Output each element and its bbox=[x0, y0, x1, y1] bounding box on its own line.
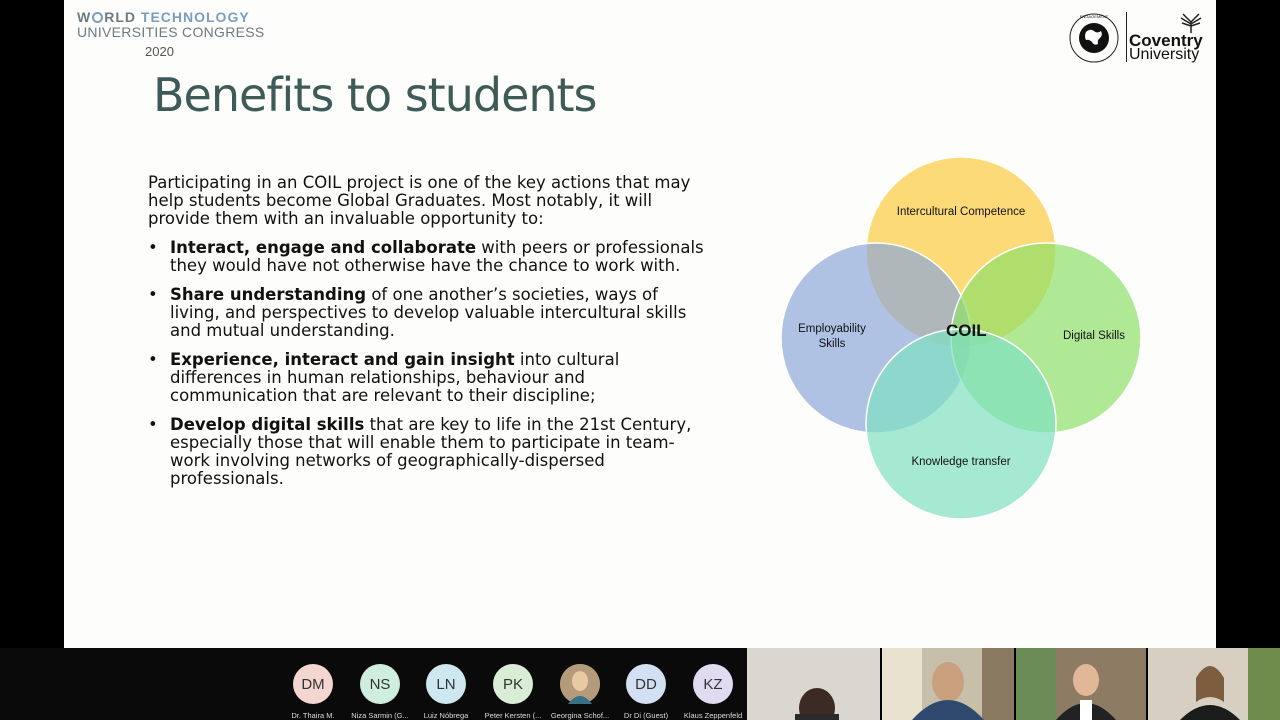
benefit-bold: Develop digital skills bbox=[170, 415, 365, 434]
letterbox-right bbox=[1216, 0, 1280, 648]
conference-logo-line2: UNIVERSITIES CONGRESS bbox=[77, 24, 265, 40]
participant-tile[interactable]: PK Peter Kersten (... bbox=[483, 664, 543, 720]
webcam-person-icon bbox=[747, 648, 880, 720]
coventry-university-logo: ENGAGEMENT Coventry University bbox=[1066, 10, 1206, 66]
venn-label-top: Intercultural Competence bbox=[896, 206, 1026, 218]
participant-name: Georgina Schof... bbox=[550, 711, 610, 720]
participant-tile[interactable]: Georgina Schof... bbox=[550, 664, 610, 720]
bullet-icon: • bbox=[148, 415, 158, 434]
video-feed-2[interactable] bbox=[882, 648, 1014, 720]
letterbox-left bbox=[0, 0, 64, 648]
meeting-participants-bar: DM Dr. Thaira M. NS Niza Sarmin (G... LN… bbox=[0, 648, 1280, 720]
bullet-icon: • bbox=[148, 285, 158, 304]
webcam-person-icon bbox=[1016, 648, 1146, 720]
participant-name: Dr Di (Guest) bbox=[623, 711, 669, 720]
benefit-item: • Develop digital skills that are key to … bbox=[148, 416, 708, 488]
slide-title: Benefits to students bbox=[153, 68, 598, 122]
slide-body: Participating in an COIL project is one … bbox=[148, 174, 708, 488]
venn-circle-bottom bbox=[865, 328, 1057, 520]
participant-avatar: DM bbox=[293, 664, 333, 704]
venn-label-left-line1: Employability bbox=[798, 323, 866, 335]
participant-avatar: NS bbox=[360, 664, 400, 704]
participant-name: Dr. Thaira M. bbox=[291, 711, 335, 720]
bullet-icon: • bbox=[148, 350, 158, 369]
participant-tile[interactable]: DD Dr Di (Guest) bbox=[616, 664, 676, 720]
participant-name: Luiz Nóbrega bbox=[423, 711, 469, 720]
conference-logo-line1: W RLD TECHNOLOGY bbox=[77, 9, 250, 25]
coil-venn-diagram: Intercultural Competence Employability S… bbox=[778, 154, 1144, 522]
benefit-item: • Share understanding of one another’s so… bbox=[148, 286, 708, 340]
conference-year: 2020 bbox=[145, 44, 174, 59]
participant-avatar: LN bbox=[426, 664, 466, 704]
benefit-bold: Interact, engage and collaborate bbox=[170, 238, 477, 257]
person-photo-icon bbox=[560, 664, 600, 704]
conference-logo: W RLD TECHNOLOGY UNIVERSITIES CONGRESS bbox=[77, 10, 267, 40]
benefit-item: • Interact, engage and collaborate with p… bbox=[148, 239, 708, 275]
participant-name: Peter Kersten (... bbox=[484, 711, 542, 720]
university-name-line2: University bbox=[1129, 46, 1200, 63]
participant-name: Niza Sarmin (G... bbox=[351, 711, 409, 720]
participant-tile[interactable]: LN Luiz Nóbrega bbox=[416, 664, 476, 720]
venn-label-left-line2: Skills bbox=[818, 338, 846, 350]
venn-label-left: Employability Skills bbox=[792, 322, 872, 352]
bullet-icon: • bbox=[148, 238, 158, 257]
intro-paragraph: Participating in an COIL project is one … bbox=[148, 173, 691, 228]
video-feed-4[interactable] bbox=[1148, 648, 1280, 720]
logo-divider bbox=[1126, 12, 1127, 62]
presentation-slide: W RLD TECHNOLOGY UNIVERSITIES CONGRESS 20… bbox=[64, 0, 1216, 648]
globe-o-icon bbox=[92, 12, 104, 23]
venn-center-label: COIL bbox=[946, 321, 987, 340]
benefit-item: • Experience, interact and gain insight i… bbox=[148, 351, 708, 405]
video-feed-3[interactable] bbox=[1016, 648, 1146, 720]
benefit-list: • Interact, engage and collaborate with p… bbox=[148, 239, 708, 488]
participant-avatar: PK bbox=[493, 664, 533, 704]
webcam-person-icon bbox=[882, 648, 1014, 720]
participant-avatar: DD bbox=[626, 664, 666, 704]
participant-avatar: KZ bbox=[693, 664, 733, 704]
benefit-bold: Experience, interact and gain insight bbox=[170, 350, 515, 369]
participant-tile[interactable]: KZ Klaus Zeppenfeld bbox=[683, 664, 743, 720]
svg-text:ENGAGEMENT: ENGAGEMENT bbox=[1080, 14, 1109, 19]
webcam-person-icon bbox=[1148, 648, 1280, 720]
participant-photo bbox=[560, 664, 600, 704]
participant-tile[interactable]: NS Niza Sarmin (G... bbox=[350, 664, 410, 720]
venn-label-right: Digital Skills bbox=[1063, 330, 1125, 342]
participant-name: Klaus Zeppenfeld bbox=[683, 711, 743, 720]
global-engagement-seal-icon: ENGAGEMENT bbox=[1069, 13, 1119, 63]
venn-label-bottom: Knowledge transfer bbox=[911, 456, 1011, 468]
participant-tile[interactable]: DM Dr. Thaira M. bbox=[283, 664, 343, 720]
benefit-bold: Share understanding bbox=[170, 285, 367, 304]
video-feed-1[interactable] bbox=[747, 648, 880, 720]
